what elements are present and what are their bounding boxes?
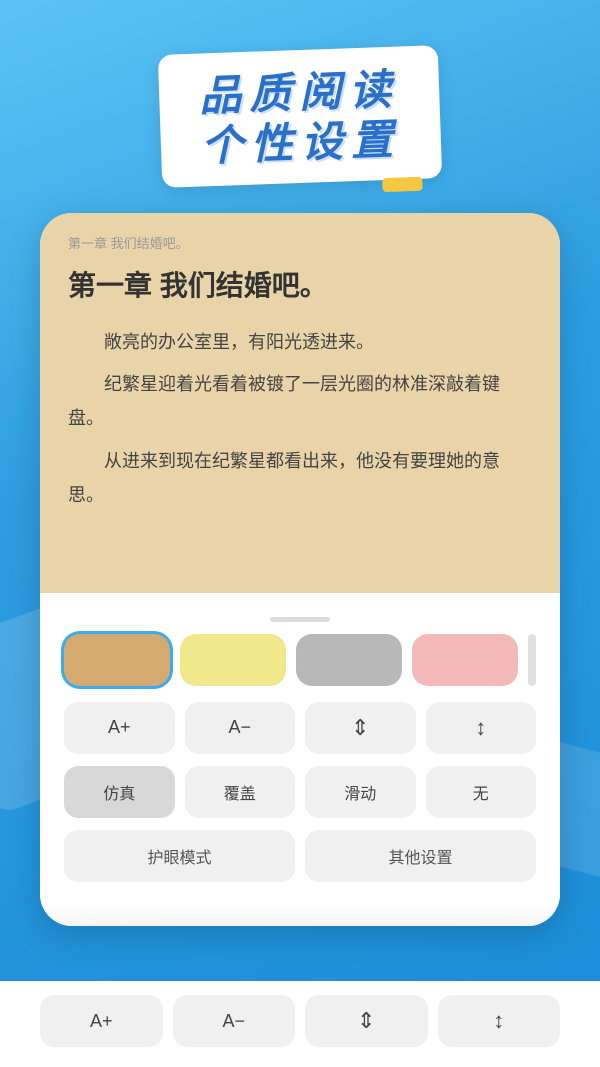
mode-realistic-button[interactable]: 仿真 [64, 766, 175, 818]
mode-none-label: 无 [473, 780, 489, 804]
other-settings-button[interactable]: 其他设置 [305, 830, 536, 882]
font-increase-label: A+ [108, 717, 131, 738]
drag-handle[interactable] [270, 617, 330, 622]
font-increase-button[interactable]: A+ [64, 702, 175, 754]
mode-realistic-label: 仿真 [103, 780, 135, 804]
font-decrease-label: A− [228, 717, 251, 738]
other-settings-label: 其他设置 [388, 844, 452, 868]
toolbar-line-spacing-icon: ⇕ [357, 1010, 375, 1032]
mode-none-button[interactable]: 无 [426, 766, 537, 818]
line-spacing-icon: ⇕ [351, 717, 369, 739]
mode-row: 仿真 覆盖 滑动 无 [60, 766, 540, 818]
eye-protection-button[interactable]: 护眼模式 [64, 830, 295, 882]
reading-area: 第一章 我们结婚吧。 第一章 我们结婚吧。 敞亮的办公室里，有阳光透进来。 纪繁… [40, 213, 560, 593]
paragraph-spacing-icon: ↕ [475, 717, 486, 739]
paragraph-2: 纪繁星迎着光看着被镀了一层光圈的林准深敲着键盘。 [68, 367, 532, 435]
mode-slide-button[interactable]: 滑动 [305, 766, 416, 818]
toolbar-font-increase-label: A+ [90, 1011, 113, 1032]
title-line2: 个性设置 [200, 115, 402, 172]
color-swatch-tan[interactable] [64, 634, 170, 686]
toolbar-font-decrease-button[interactable]: A− [173, 995, 296, 1047]
bottom-btns-row: 护眼模式 其他设置 [60, 830, 540, 882]
font-decrease-button[interactable]: A− [185, 702, 296, 754]
toolbar-font-increase-button[interactable]: A+ [40, 995, 163, 1047]
paragraph-spacing-button[interactable]: ↕ [426, 702, 537, 754]
chapter-label: 第一章 我们结婚吧。 [68, 233, 532, 252]
phone-card: 第一章 我们结婚吧。 第一章 我们结婚吧。 敞亮的办公室里，有阳光透进来。 纪繁… [40, 213, 560, 926]
title-line1: 品质阅读 [198, 65, 400, 122]
title-banner: 品质阅读 个性设置 [0, 0, 600, 213]
bottom-toolbar: A+ A− ⇕ ↕ [0, 981, 600, 1067]
toolbar-font-decrease-label: A− [222, 1011, 245, 1032]
paragraph-1: 敞亮的办公室里，有阳光透进来。 [68, 325, 532, 359]
title-box: 品质阅读 个性设置 [158, 45, 442, 187]
eye-protection-label: 护眼模式 [147, 844, 211, 868]
mode-cover-button[interactable]: 覆盖 [185, 766, 296, 818]
color-swatch-yellow[interactable] [180, 634, 286, 686]
toolbar-line-spacing-button[interactable]: ⇕ [305, 995, 428, 1047]
color-row [60, 634, 540, 686]
line-spacing-button[interactable]: ⇕ [305, 702, 416, 754]
settings-panel: A+ A− ⇕ ↕ 仿真 覆盖 滑动 无 [40, 593, 560, 906]
mode-cover-label: 覆盖 [224, 780, 256, 804]
chapter-title: 第一章 我们结婚吧。 [68, 266, 532, 305]
reading-content: 敞亮的办公室里，有阳光透进来。 纪繁星迎着光看着被镀了一层光圈的林准深敲着键盘。… [68, 325, 532, 512]
paragraph-3: 从进来到现在纪繁星都看出来，他没有要理她的意思。 [68, 444, 532, 512]
toolbar-paragraph-spacing-icon: ↕ [493, 1010, 504, 1032]
phone-bottom-fade [40, 906, 560, 926]
font-controls-row: A+ A− ⇕ ↕ [60, 702, 540, 754]
toolbar-paragraph-spacing-button[interactable]: ↕ [438, 995, 561, 1047]
color-swatch-pink[interactable] [412, 634, 518, 686]
mode-slide-label: 滑动 [344, 780, 376, 804]
color-swatch-gray[interactable] [296, 634, 402, 686]
color-scroll-indicator [528, 634, 536, 686]
